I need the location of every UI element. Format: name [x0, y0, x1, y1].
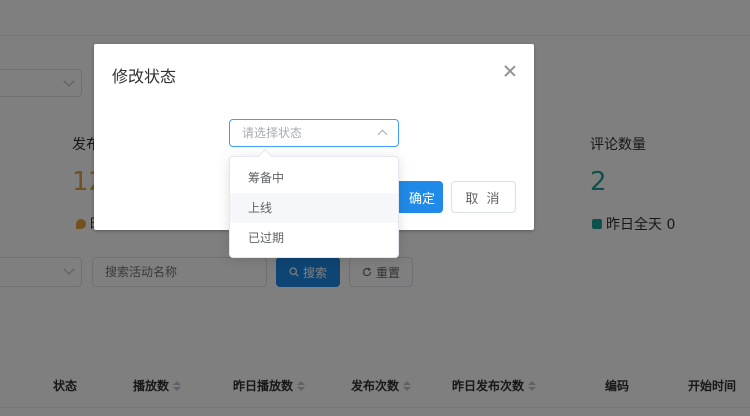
confirm-button[interactable]: 确定: [393, 181, 443, 213]
close-icon[interactable]: [504, 65, 516, 77]
chevron-up-icon: [377, 129, 388, 140]
dialog-title: 修改状态: [112, 67, 177, 86]
status-option-expired[interactable]: 已过期: [230, 223, 398, 253]
status-select-placeholder: 请选择状态: [242, 126, 303, 140]
status-option-online[interactable]: 上线: [230, 193, 398, 223]
status-select[interactable]: 请选择状态: [229, 119, 399, 147]
status-option-preparing[interactable]: 筹备中: [230, 163, 398, 193]
status-dropdown: 筹备中 上线 已过期: [229, 148, 399, 258]
cancel-button[interactable]: 取 消: [451, 181, 516, 213]
